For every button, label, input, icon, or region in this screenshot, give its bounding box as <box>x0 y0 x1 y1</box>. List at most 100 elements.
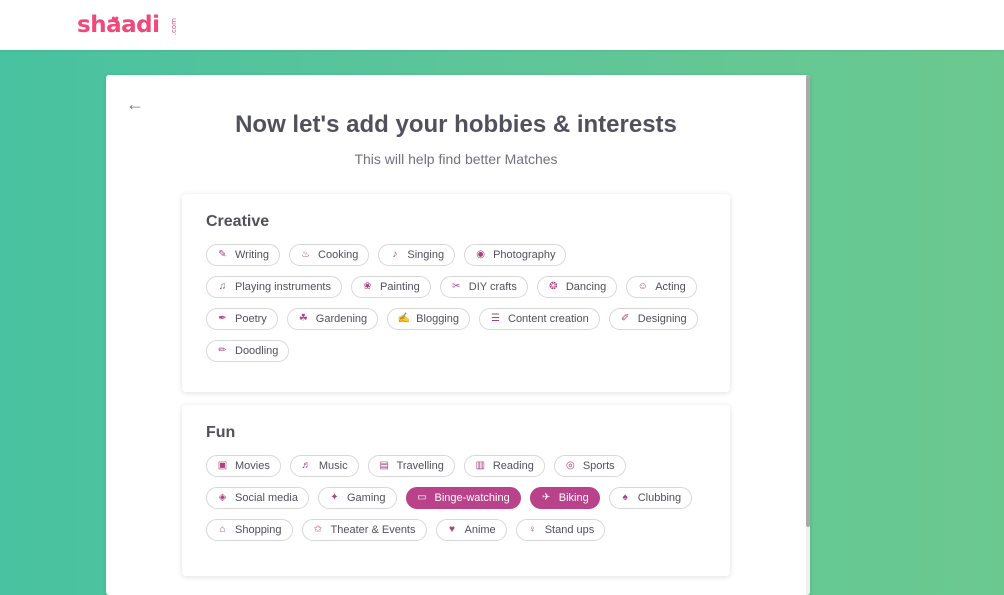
hobby-chip-label: Shopping <box>235 524 282 536</box>
hobby-chip[interactable]: ▤ Travelling <box>367 455 455 477</box>
hobby-chip[interactable]: ✂ DIY crafts <box>439 276 528 298</box>
hobby-chip-label: Movies <box>235 460 270 472</box>
palette-icon: ❀ <box>363 281 372 292</box>
hobby-chip[interactable]: ▥ Reading <box>463 455 545 477</box>
hobby-chip[interactable]: ♀ Stand ups <box>515 519 606 541</box>
hobby-chip[interactable]: ❂ Dancing <box>536 276 618 298</box>
hobby-chip[interactable]: ☰ Content creation <box>479 308 600 330</box>
dancing-icon: ❂ <box>549 281 558 292</box>
top-bar: shaadi .com ♥ <box>0 0 1004 50</box>
hobby-chip-label: Sports <box>582 460 615 472</box>
heart-icon: ♥ <box>111 16 119 26</box>
hobby-chip-label: Stand ups <box>544 524 595 536</box>
camera-icon: ◉ <box>476 249 485 260</box>
hobby-chip-label: Singing <box>407 249 445 261</box>
clubbing-icon: ♠ <box>622 492 628 503</box>
hobby-chip[interactable]: ◈ Social media <box>206 487 309 509</box>
hobby-chip-label: Poetry <box>235 313 267 325</box>
hobby-chip[interactable]: ❀ Painting <box>351 276 431 298</box>
hobby-chip-label: Travelling <box>396 460 444 472</box>
hobby-chip-label: Theater & Events <box>330 524 416 536</box>
ball-icon: ◎ <box>565 460 575 471</box>
bike-icon: ✈ <box>542 492 551 503</box>
hobby-chip-label: Designing <box>637 313 687 325</box>
page-subtitle: This will help find better Matches <box>354 151 558 167</box>
section-creative: Creative ✎ Writing ♨ Cooking ♪ Singing ◉ Photog… <box>182 194 730 392</box>
hobby-chip[interactable]: ✐ Designing <box>608 308 698 330</box>
singing-icon: ♪ <box>392 249 398 260</box>
chip-list: ▣ Movies ♬ Music ▤ Travelling ▥ Reading ◎ Sports ◈… <box>206 455 708 541</box>
hobby-chip-label: Dancing <box>565 281 607 293</box>
hobby-chip[interactable]: ☘ Gardening <box>286 308 379 330</box>
hobby-chip-label: DIY crafts <box>468 281 517 293</box>
logo-suffix: .com <box>170 17 179 35</box>
book-icon: ▥ <box>475 460 486 471</box>
hobby-chip[interactable]: ◎ Sports <box>553 455 626 477</box>
hobby-chip[interactable]: ◉ Photography <box>464 244 567 266</box>
hobby-chip-label: Content creation <box>508 313 589 325</box>
scrollbar-track[interactable] <box>806 75 810 595</box>
theater-icon: ✩ <box>313 524 323 535</box>
hobby-chip-label: Social media <box>235 492 298 504</box>
hobby-chip[interactable]: ✏ Doodling <box>206 340 290 362</box>
microphone-icon: ♀ <box>528 524 536 535</box>
hobby-chip-label: Doodling <box>235 345 279 357</box>
section-title: Creative <box>206 213 270 230</box>
hobby-chip-label: Biking <box>558 492 589 504</box>
hobby-chip-label: Reading <box>492 460 534 472</box>
hobby-chip[interactable]: ✍ Blogging <box>387 308 470 330</box>
movie-camera-icon: ▣ <box>217 460 228 471</box>
hobbies-card: ← Now let's add your hobbies & interests… <box>106 75 810 595</box>
hobby-chip[interactable]: ♨ Cooking <box>289 244 370 266</box>
hobby-chip[interactable]: ▭ Binge-watching <box>405 487 521 509</box>
hobby-chip[interactable]: ⌂ Shopping <box>206 519 293 541</box>
hobby-chip[interactable]: ✩ Theater & Events <box>301 519 427 541</box>
hobby-chip-label: Writing <box>235 249 270 261</box>
gardening-icon: ☘ <box>298 313 308 324</box>
hobby-chip-label: Music <box>318 460 348 472</box>
scrollbar-thumb[interactable] <box>806 75 810 527</box>
section-title: Fun <box>206 424 236 441</box>
hobby-chip-label: Clubbing <box>637 492 682 504</box>
hobby-chip[interactable]: ♪ Singing <box>378 244 456 266</box>
hobby-chip-label: Gaming <box>346 492 386 504</box>
hobby-chip[interactable]: ✎ Writing <box>206 244 281 266</box>
blogging-icon: ✍ <box>397 313 410 324</box>
hobby-chip[interactable]: ✒ Poetry <box>206 308 278 330</box>
gamepad-icon: ✦ <box>330 492 339 503</box>
hobby-chip[interactable]: ♬ Music <box>289 455 359 477</box>
hobby-chip[interactable]: ♫ Playing instruments <box>206 276 342 298</box>
hobby-chip[interactable]: ✦ Gaming <box>317 487 397 509</box>
hobby-chip-label: Gardening <box>315 313 368 325</box>
designing-icon: ✐ <box>621 313 630 324</box>
pencil-icon: ✏ <box>218 345 227 356</box>
hobby-chip[interactable]: ✈ Biking <box>529 487 600 509</box>
scissors-icon: ✂ <box>452 281 461 292</box>
hobby-chip-label: Anime <box>464 524 496 536</box>
hobby-chip[interactable]: ☺ Acting <box>626 276 697 298</box>
laptop-icon: ▭ <box>417 492 427 503</box>
page-title: Now let's add your hobbies & interests <box>235 111 677 138</box>
shaadi-logo[interactable]: shaadi .com ♥ <box>77 12 187 38</box>
chip-list: ✎ Writing ♨ Cooking ♪ Singing ◉ Photography ♫ Pla… <box>206 244 708 362</box>
hobby-chip[interactable]: ▣ Movies <box>206 455 281 477</box>
document-icon: ☰ <box>491 313 500 324</box>
hobby-chip-label: Cooking <box>318 249 359 261</box>
hobby-chip-label: Blogging <box>416 313 459 325</box>
music-icon: ♬ <box>301 460 312 471</box>
guitar-icon: ♫ <box>218 281 227 292</box>
hobby-chip-label: Playing instruments <box>235 281 331 293</box>
hobby-chip[interactable]: ♠ Clubbing <box>608 487 693 509</box>
hobby-chip-label: Photography <box>493 249 556 261</box>
masks-icon: ☺ <box>637 281 648 292</box>
cooking-icon: ♨ <box>301 249 311 260</box>
anime-icon: ♥ <box>449 524 455 535</box>
hobby-chip[interactable]: ♥ Anime <box>435 519 507 541</box>
luggage-icon: ▤ <box>379 460 389 471</box>
quill-icon: ✒ <box>218 313 227 324</box>
social-icon: ◈ <box>218 492 227 503</box>
section-fun: Fun ▣ Movies ♬ Music ▤ Travelling ▥ Reading ◎ Spo… <box>182 405 730 576</box>
hobby-chip-label: Binge-watching <box>434 492 510 504</box>
cart-icon: ⌂ <box>219 524 226 535</box>
hobby-chip-label: Painting <box>380 281 420 293</box>
